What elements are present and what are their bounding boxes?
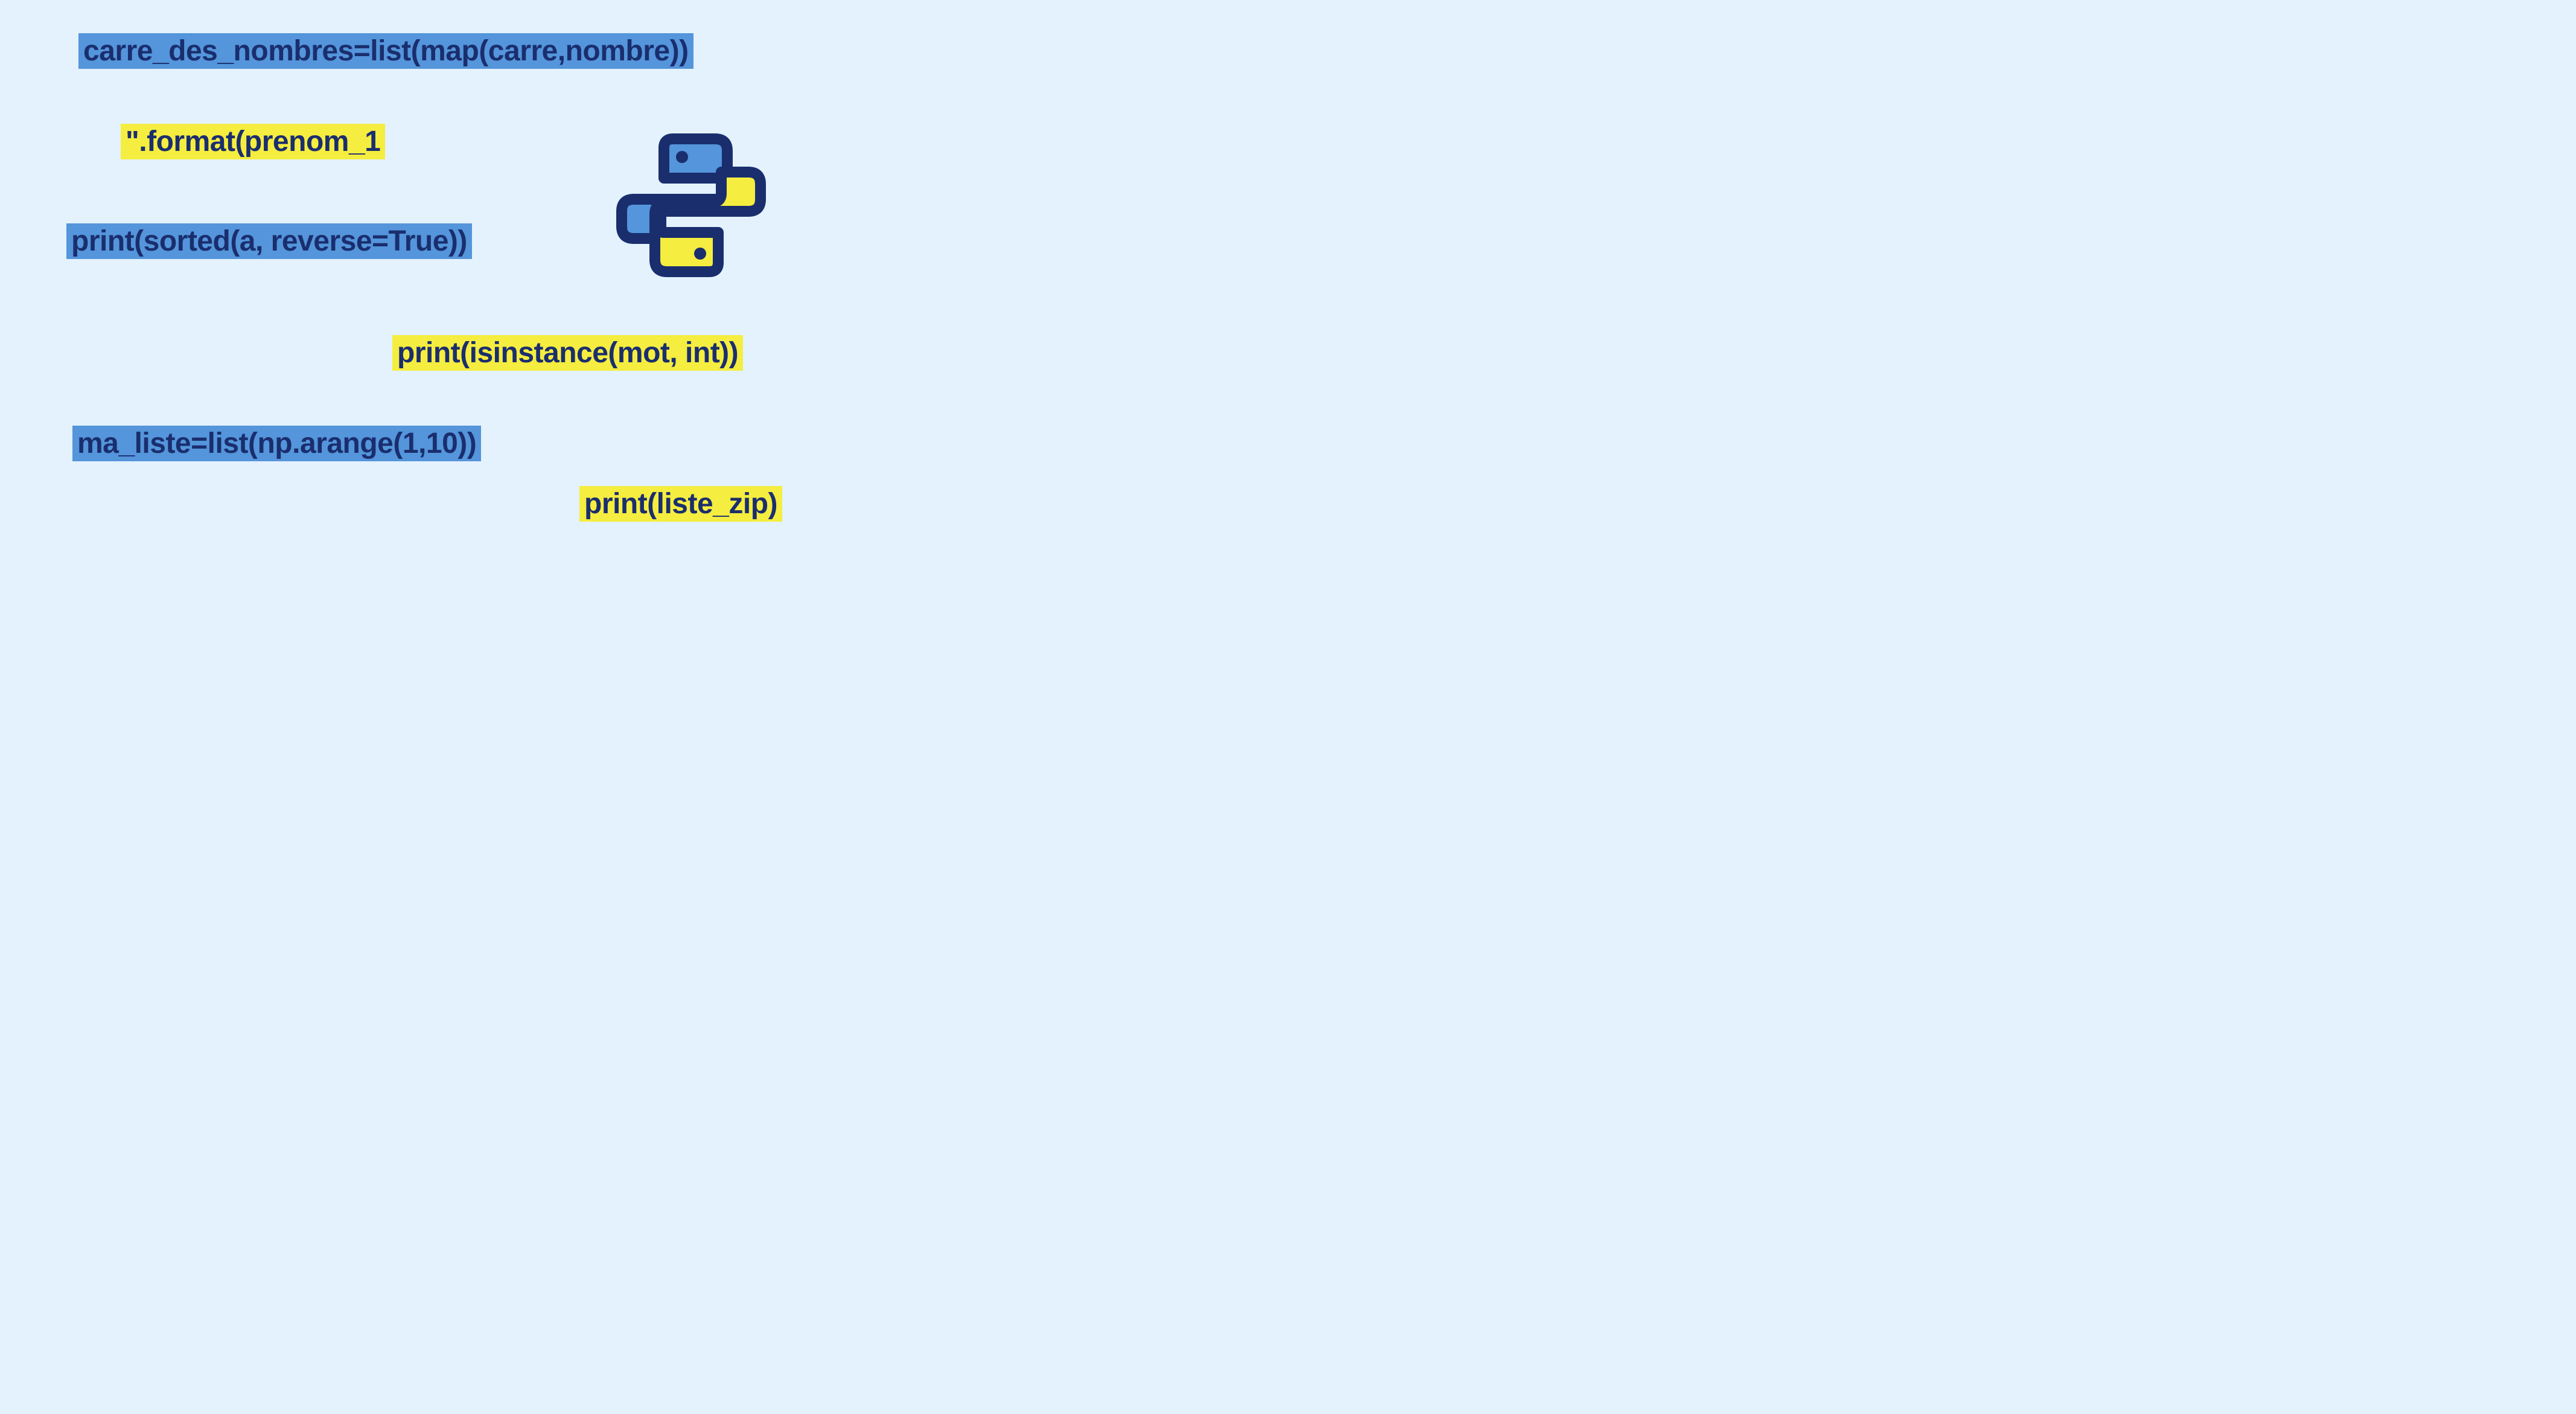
code-snippet-format: ".format(prenom_1 [121, 124, 385, 159]
code-snippet-sorted: print(sorted(a, reverse=True)) [66, 223, 472, 259]
code-snippet-printzip: print(liste_zip) [579, 486, 782, 522]
python-logo-icon [604, 118, 779, 293]
code-snippet-arange: ma_liste=list(np.arange(1,10)) [72, 426, 481, 461]
code-snippet-isinstance: print(isinstance(mot, int)) [392, 335, 743, 371]
code-snippet-map: carre_des_nombres=list(map(carre,nombre)… [78, 33, 693, 69]
